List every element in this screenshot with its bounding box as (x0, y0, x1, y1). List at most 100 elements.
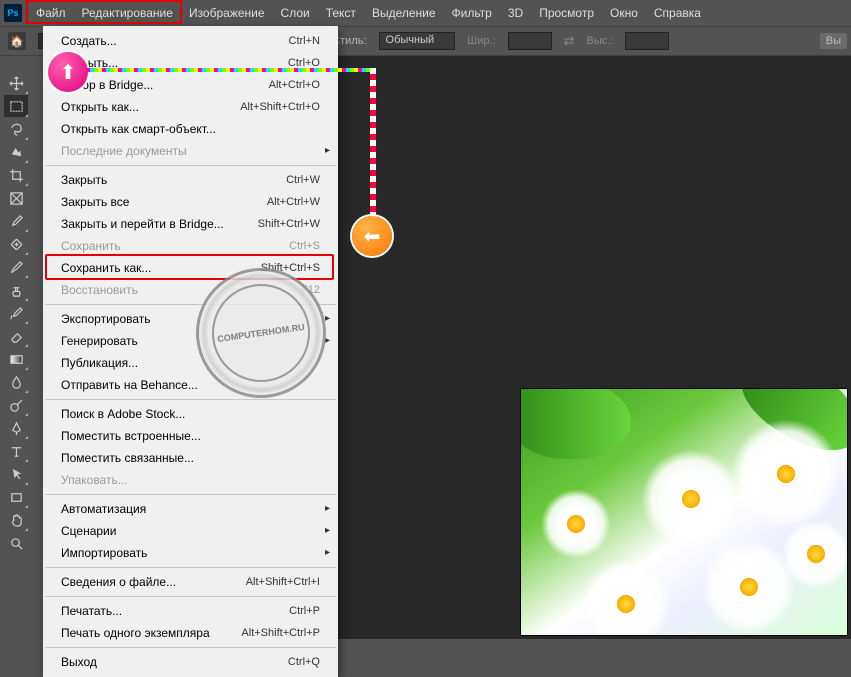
ps-logo: Ps (4, 4, 22, 22)
tool-grip-icon[interactable] (7, 60, 25, 68)
menu-item-label: Открыть как... (61, 99, 240, 115)
height-label: Выс.: (587, 35, 614, 47)
menu-item[interactable]: Сведения о файле...Alt+Shift+Ctrl+I (43, 571, 338, 593)
tool-lasso[interactable] (4, 118, 28, 140)
document-canvas[interactable] (338, 56, 851, 639)
tool-eraser[interactable] (4, 325, 28, 347)
tool-type[interactable] (4, 440, 28, 462)
menu-изображение[interactable]: Изображение (181, 2, 273, 24)
menu-item: СохранитьCtrl+S (43, 235, 338, 257)
menu-item-label: Поиск в Adobe Stock... (61, 406, 320, 422)
menu-item[interactable]: Поиск в Adobe Stock... (43, 403, 338, 425)
menu-item[interactable]: ВыходCtrl+Q (43, 651, 338, 673)
menu-item: Упаковать... (43, 469, 338, 491)
menu-справка[interactable]: Справка (646, 2, 709, 24)
swap-wh-icon: ⇄ (564, 33, 575, 49)
menu-item-shortcut: Alt+Ctrl+W (267, 194, 320, 210)
menu-item-shortcut: Ctrl+Q (288, 654, 320, 670)
menu-item-shortcut: Ctrl+S (289, 238, 320, 254)
tool-zoom[interactable] (4, 532, 28, 554)
menu-item-shortcut: Alt+Shift+Ctrl+O (240, 99, 320, 115)
annotation-connector-v (370, 68, 376, 224)
width-input (508, 32, 552, 50)
menu-separator (45, 165, 336, 166)
tool-dodge[interactable] (4, 394, 28, 416)
tool-eyedropper[interactable] (4, 210, 28, 232)
tool-path-select[interactable] (4, 463, 28, 485)
menu-item-label: Выход (61, 654, 288, 670)
menu-item-label: Автоматизация (61, 501, 320, 517)
menu-файл[interactable]: Файл (28, 2, 74, 24)
tool-brush[interactable] (4, 256, 28, 278)
menu-item-shortcut: Shift+Ctrl+W (258, 216, 320, 232)
document-image (520, 388, 848, 636)
menu-item-label: Закрыть и перейти в Bridge... (61, 216, 258, 232)
tool-gradient[interactable] (4, 348, 28, 370)
menu-item[interactable]: Закрыть и перейти в Bridge...Shift+Ctrl+… (43, 213, 338, 235)
menu-separator (45, 494, 336, 495)
menu-item-shortcut: Ctrl+W (286, 172, 320, 188)
tool-quick-select[interactable] (4, 141, 28, 163)
menu-item-label: Поместить связанные... (61, 450, 320, 466)
width-label: Шир.: (467, 35, 495, 47)
tool-marquee[interactable] (4, 95, 28, 117)
menu-окно[interactable]: Окно (602, 2, 646, 24)
menu-item-label: Открыть как смарт-объект... (61, 121, 320, 137)
annotation-step-1: ⬆ (48, 52, 88, 92)
menu-item[interactable]: Открыть как...Alt+Shift+Ctrl+O (43, 96, 338, 118)
menu-separator (45, 647, 336, 648)
stamp-text: COMPUTERHOM.RU (217, 322, 306, 344)
menu-3d[interactable]: 3D (500, 2, 531, 24)
menu-item-label: Сведения о файле... (61, 574, 246, 590)
menu-редактирование[interactable]: Редактирование (74, 2, 181, 24)
style-select[interactable]: Обычный (379, 32, 456, 50)
tool-crop[interactable] (4, 164, 28, 186)
menu-item[interactable]: ЗакрытьCtrl+W (43, 169, 338, 191)
menu-item-shortcut: Alt+Ctrl+O (269, 77, 320, 93)
tool-blur[interactable] (4, 371, 28, 393)
menu-item[interactable]: Печатать...Ctrl+P (43, 600, 338, 622)
menu-item-label: Упаковать... (61, 472, 320, 488)
select-subject-button[interactable]: Вы (820, 33, 847, 49)
menu-item[interactable]: Поместить встроенные... (43, 425, 338, 447)
menu-item-label: Обзор в Bridge... (61, 77, 269, 93)
menu-item[interactable]: Печать одного экземпляраAlt+Shift+Ctrl+P (43, 622, 338, 644)
tool-history-brush[interactable] (4, 302, 28, 324)
menu-item-label: Сохранить как... (61, 260, 261, 276)
menu-item[interactable]: Создать...Ctrl+N (43, 30, 338, 52)
menu-просмотр[interactable]: Просмотр (531, 2, 602, 24)
menu-item[interactable]: Сценарии (43, 520, 338, 542)
tool-pen[interactable] (4, 417, 28, 439)
menu-выделение[interactable]: Выделение (364, 2, 444, 24)
menu-фильтр[interactable]: Фильтр (444, 2, 500, 24)
menu-item-shortcut: Ctrl+N (289, 33, 320, 49)
menu-item-shortcut: Alt+Shift+Ctrl+I (246, 574, 320, 590)
tool-frame[interactable] (4, 187, 28, 209)
menu-separator (45, 399, 336, 400)
menu-item-label: Импортировать (61, 545, 320, 561)
menu-item-label: Последние документы (61, 143, 320, 159)
menu-item-label: Закрыть (61, 172, 286, 188)
menu-separator (45, 596, 336, 597)
menu-separator (45, 567, 336, 568)
menu-item-label: Сохранить (61, 238, 289, 254)
menu-item[interactable]: Открыть как смарт-объект... (43, 118, 338, 140)
menu-текст[interactable]: Текст (318, 2, 364, 24)
menu-слои[interactable]: Слои (273, 2, 318, 24)
menu-item[interactable]: Сохранить как...Shift+Ctrl+S (43, 257, 338, 279)
menu-item[interactable]: Автоматизация (43, 498, 338, 520)
menu-item-label: Печатать... (61, 603, 289, 619)
tool-heal[interactable] (4, 233, 28, 255)
tool-clone[interactable] (4, 279, 28, 301)
tool-move[interactable] (4, 72, 28, 94)
tool-shape[interactable] (4, 486, 28, 508)
height-input (625, 32, 669, 50)
menu-item-label: Создать... (61, 33, 289, 49)
tool-panel (0, 56, 32, 639)
tool-hand[interactable] (4, 509, 28, 531)
menu-item[interactable]: Поместить связанные... (43, 447, 338, 469)
menu-item[interactable]: Импортировать (43, 542, 338, 564)
menu-item[interactable]: Закрыть всеAlt+Ctrl+W (43, 191, 338, 213)
home-icon[interactable]: 🏠 (8, 32, 26, 50)
annotation-connector-h (86, 68, 374, 72)
